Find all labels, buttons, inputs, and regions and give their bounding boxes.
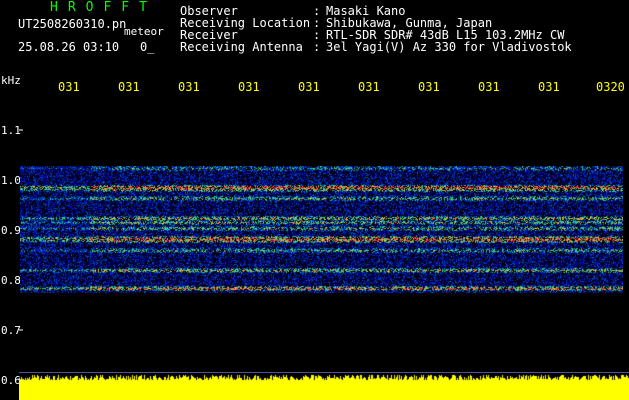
freq-tick: 0.7 — [1, 324, 21, 337]
freq-tick: 1.1 — [1, 124, 21, 137]
freq-tick: 0.8 — [1, 274, 21, 287]
app-title: HROFFT — [50, 0, 157, 15]
noise-level-bar — [19, 372, 629, 400]
freq-tick: 0.6 — [1, 374, 21, 387]
freq-tick: 0.9 — [1, 224, 21, 237]
datetime-extra: 0_ — [140, 40, 155, 54]
freq-tick: 1.0 — [1, 174, 21, 187]
spectrogram-waterfall — [20, 166, 623, 293]
datetime-label: 25.08.26 03:10 — [18, 40, 120, 54]
antenna-label: Receiving Antenna — [180, 40, 303, 54]
antenna-separator: : — [313, 40, 321, 54]
file-type-label: meteor — [124, 25, 164, 38]
antenna-value: 3el Yagi(V) Az 330 for Vladivostok — [326, 40, 572, 54]
frequency-unit-label: kHz — [1, 74, 21, 87]
file-name: UT2508260310.pn — [18, 17, 127, 31]
